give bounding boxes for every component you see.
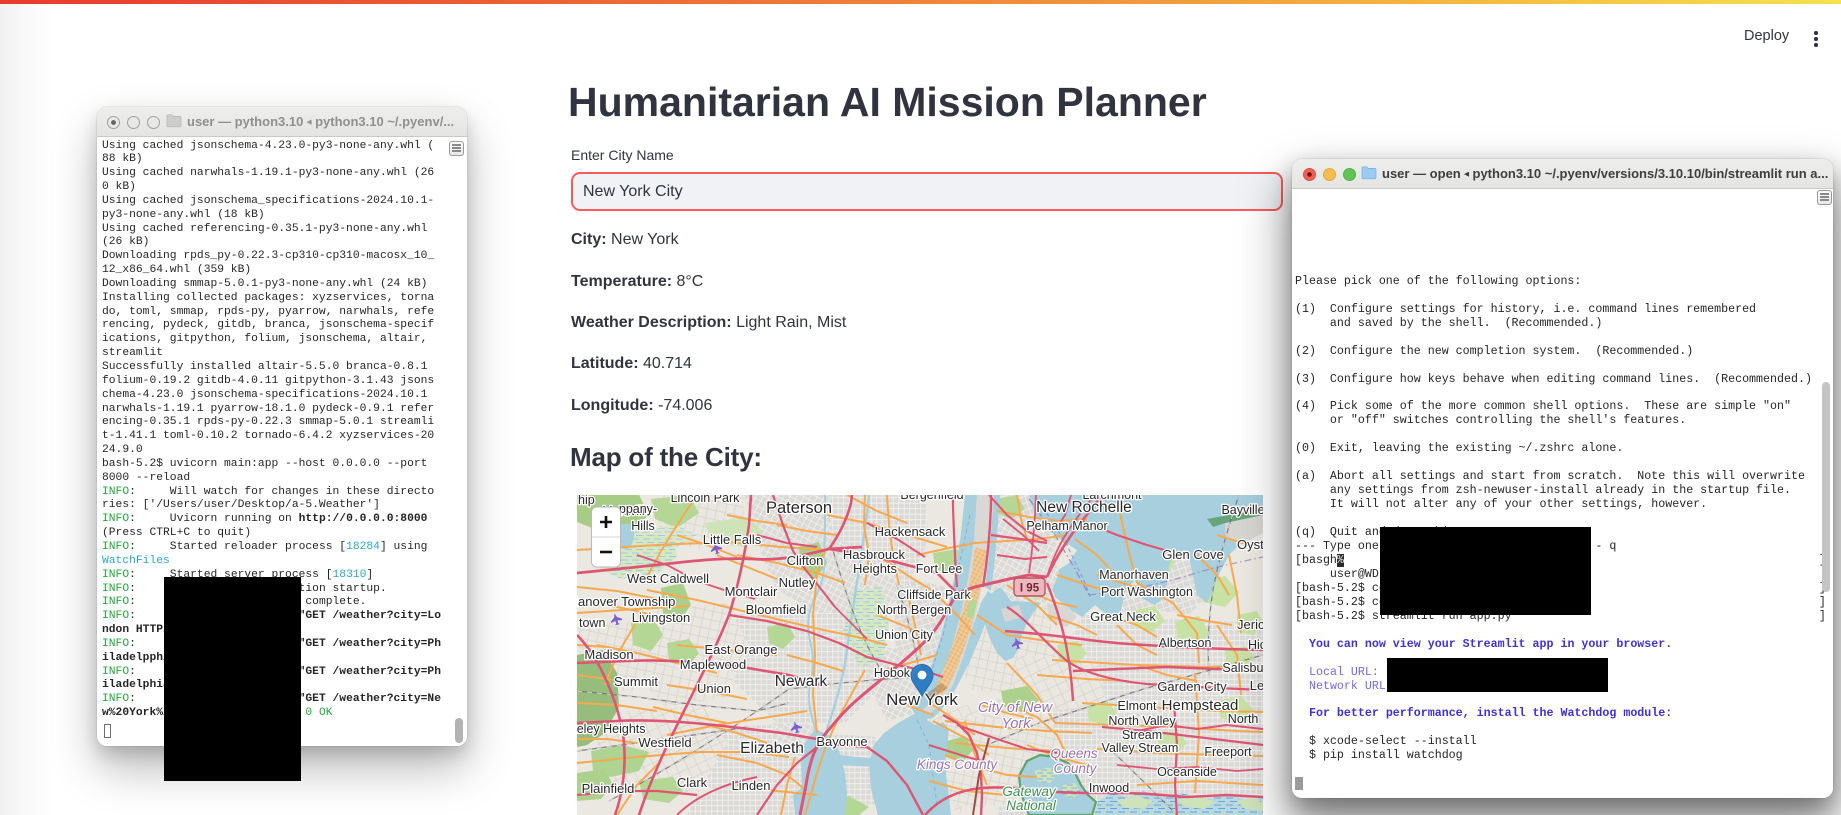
svg-text:Bergenfield: Bergenfield [900, 495, 963, 502]
svg-text:Madison: Madison [584, 647, 633, 662]
svg-text:Manorhaven: Manorhaven [1099, 568, 1169, 582]
svg-text:Bloomfield: Bloomfield [746, 602, 807, 617]
svg-text:Great Neck: Great Neck [1090, 609, 1156, 624]
svg-text:Hills: Hills [631, 519, 655, 533]
svg-text:Maplewood: Maplewood [680, 657, 747, 672]
svg-text:County: County [1054, 761, 1098, 776]
svg-text:New Rochelle: New Rochelle [1036, 499, 1132, 516]
svg-text:North Bergen: North Bergen [877, 603, 951, 617]
svg-text:Clifton: Clifton [787, 553, 824, 568]
svg-text:Jericho: Jericho [1237, 617, 1263, 632]
svg-text:Oyste: Oyste [1237, 537, 1263, 552]
svg-text:Livingston: Livingston [632, 610, 691, 625]
svg-text:Westfield: Westfield [638, 735, 691, 750]
svg-text:Hackensack: Hackensack [875, 524, 946, 539]
svg-text:Elmont: Elmont [1118, 699, 1157, 713]
svg-text:Hanover Township: Hanover Township [577, 594, 675, 609]
svg-text:Hasbrouck: Hasbrouck [843, 547, 906, 562]
svg-text:East Orange: East Orange [705, 642, 778, 657]
svg-text:Queens: Queens [1050, 746, 1098, 761]
svg-text:Glen Cove: Glen Cove [1162, 547, 1223, 562]
svg-text:Fort Lee: Fort Lee [916, 562, 963, 576]
svg-text:Inwood: Inwood [1089, 781, 1129, 795]
svg-text:Hic: Hic [1248, 638, 1263, 652]
svg-text:Le: Le [1250, 678, 1263, 693]
svg-text:Linden: Linden [731, 778, 770, 793]
svg-text:National: National [1006, 798, 1057, 813]
svg-text:ppany-: ppany- [619, 502, 657, 516]
svg-text:Heights: Heights [853, 561, 898, 576]
svg-text:Gateway: Gateway [1002, 784, 1057, 799]
svg-text:Freeport: Freeport [1204, 745, 1252, 759]
svg-text:Cliffside Park: Cliffside Park [897, 588, 971, 602]
svg-text:West Caldwell: West Caldwell [627, 571, 709, 586]
svg-text:Bayville: Bayville [1221, 503, 1263, 517]
svg-text:Albertson: Albertson [1159, 636, 1212, 650]
svg-text:Pelham Manor: Pelham Manor [1026, 519, 1107, 533]
svg-text:Garden City: Garden City [1157, 679, 1227, 694]
svg-text:Union: Union [697, 681, 731, 696]
svg-text:Salisbur: Salisbur [1222, 661, 1263, 675]
svg-text:North Valley: North Valley [1108, 714, 1176, 728]
svg-text:Lincoln Park: Lincoln Park [671, 495, 741, 505]
svg-text:Montclair: Montclair [725, 584, 778, 599]
svg-text:Elizabeth: Elizabeth [740, 740, 804, 757]
svg-text:Clark: Clark [677, 775, 708, 790]
svg-text:Oceanside: Oceanside [1157, 765, 1217, 779]
svg-text:Little Falls: Little Falls [703, 532, 762, 547]
svg-text:Kings County: Kings County [917, 757, 999, 772]
svg-text:town: town [579, 616, 605, 630]
svg-text:Paterson: Paterson [766, 499, 832, 517]
svg-text:hip: hip [578, 495, 595, 507]
svg-text:Port Washington: Port Washington [1101, 585, 1193, 599]
svg-text:Valley Stream: Valley Stream [1102, 741, 1179, 755]
svg-text:Bayonne: Bayonne [816, 734, 867, 749]
svg-text:North B: North B [1228, 712, 1263, 726]
svg-text:Plainfield: Plainfield [582, 781, 635, 796]
svg-text:Hobok: Hobok [874, 666, 911, 680]
svg-text:Union City: Union City [875, 628, 933, 642]
svg-text:Newark: Newark [775, 673, 828, 690]
svg-text:City of New: City of New [978, 700, 1054, 716]
svg-text:keley Heights: keley Heights [577, 722, 646, 736]
svg-text:I 95: I 95 [1020, 583, 1040, 595]
svg-text:Nutley: Nutley [779, 575, 816, 590]
svg-text:Stream: Stream [1122, 728, 1162, 742]
svg-text:Summit: Summit [614, 674, 658, 689]
svg-text:York: York [1001, 716, 1031, 732]
